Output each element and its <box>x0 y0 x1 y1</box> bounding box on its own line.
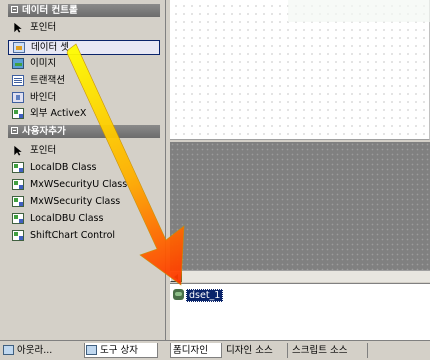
toolbox-item-label: LocalDBU Class <box>30 213 104 224</box>
designer-background <box>170 142 430 270</box>
tab-label: 아웃라... <box>17 345 53 356</box>
toolbox-item-mxwsecurity-class[interactable]: MxWSecurity Class <box>8 194 160 209</box>
group-title: 사용자추가 <box>22 126 66 137</box>
toolbox-item-label: 바인더 <box>30 92 57 103</box>
toolbox-item-activex[interactable]: 외부 ActiveX <box>8 106 160 121</box>
pointer-icon <box>14 22 22 33</box>
design-canvas[interactable] <box>170 0 430 140</box>
canvas-highlight <box>288 0 430 22</box>
transaction-icon <box>12 75 24 86</box>
toolbox-item-pointer[interactable]: 포인터 <box>8 143 160 158</box>
toolbox-tab-strip: 아웃라... 도구 상자 <box>0 340 166 360</box>
toolbox-item-label: 포인터 <box>30 145 57 156</box>
tab-outline[interactable]: 아웃라... <box>2 343 76 358</box>
toolbox-item-shiftchart-control[interactable]: ShiftChart Control <box>8 228 160 243</box>
tab-label: 폼디자인 <box>173 345 208 356</box>
tab-design-source[interactable]: 디자인 소스 <box>224 343 288 358</box>
toolbox-item-label: MxWSecurity Class <box>30 196 121 207</box>
tab-label: 디자인 소스 <box>226 345 273 356</box>
designer-tab-strip: 폼디자인 디자인 소스 스크립트 소스 <box>166 340 430 360</box>
toolbox-item-label: 외부 ActiveX <box>30 108 87 119</box>
tab-script-source[interactable]: 스크립트 소스 <box>290 343 368 358</box>
component-tray: dset_1 <box>170 283 430 340</box>
dataset-icon <box>13 42 25 53</box>
form-designer: dset_1 폼디자인 디자인 소스 스크립트 소스 <box>166 0 430 360</box>
toolbox-item-mxwsecurityu-class[interactable]: MxWSecurityU Class <box>8 177 160 192</box>
com-component-icon <box>12 179 24 190</box>
toolbox-item-label: MxWSecurityU Class <box>30 179 128 190</box>
toolbox-item-label: 데이터 셋 <box>31 42 69 53</box>
toolbox-item-label: 트랜잭션 <box>30 75 65 86</box>
toolbox-item-pointer[interactable]: 포인터 <box>8 20 160 35</box>
collapse-icon <box>11 6 18 13</box>
toolbox-item-dataset[interactable]: 데이터 셋 <box>8 40 160 55</box>
toolbox-icon <box>86 345 97 355</box>
group-header-user-added[interactable]: 사용자추가 <box>8 125 160 138</box>
tab-label: 스크립트 소스 <box>292 345 348 356</box>
toolbox-item-label: LocalDB Class <box>30 162 97 173</box>
image-icon <box>12 58 24 69</box>
group-header-data-controls[interactable]: 데이터 컨트롤 <box>8 4 160 17</box>
toolbox-item-label: ShiftChart Control <box>30 230 116 241</box>
activex-icon <box>12 108 24 119</box>
com-component-icon <box>12 230 24 241</box>
toolbox-item-label: 이미지 <box>30 58 57 69</box>
pointer-icon <box>14 145 22 156</box>
toolbox-item-image[interactable]: 이미지 <box>8 56 160 71</box>
group-title: 데이터 컨트롤 <box>22 5 78 16</box>
toolbox-item-transaction[interactable]: 트랜잭션 <box>8 73 160 88</box>
com-component-icon <box>12 196 24 207</box>
com-component-icon <box>12 162 24 173</box>
tab-form-design[interactable]: 폼디자인 <box>170 343 222 358</box>
dataset-component-icon <box>173 289 184 300</box>
horizontal-scrollbar[interactable] <box>170 270 430 282</box>
tab-toolbox[interactable]: 도구 상자 <box>84 343 158 358</box>
toolbox-panel: 데이터 컨트롤 포인터 데이터 셋 이미지 트랜잭션 바인더 외부 Active… <box>0 0 166 340</box>
scroll-left-button[interactable] <box>170 271 182 282</box>
dataset-component-label: dset_1 <box>186 289 224 302</box>
dataset-component[interactable]: dset_1 <box>173 289 224 302</box>
outline-icon <box>3 345 14 355</box>
tab-label: 도구 상자 <box>100 345 138 356</box>
toolbox-item-localdb-class[interactable]: LocalDB Class <box>8 160 160 175</box>
com-component-icon <box>12 213 24 224</box>
toolbox-item-localdbu-class[interactable]: LocalDBU Class <box>8 211 160 226</box>
collapse-icon <box>11 127 18 134</box>
toolbox-item-binder[interactable]: 바인더 <box>8 90 160 105</box>
binder-icon <box>12 92 24 103</box>
toolbox-item-label: 포인터 <box>30 22 57 33</box>
